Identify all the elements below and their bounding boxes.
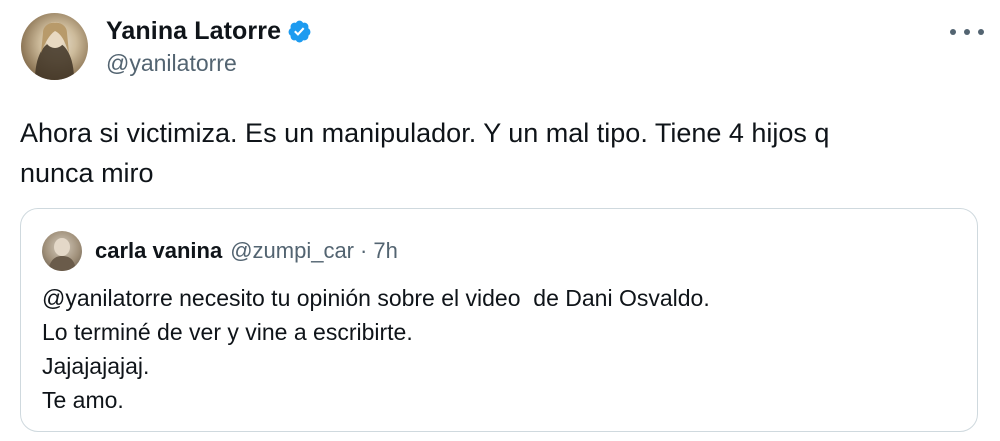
dot-separator: · <box>360 238 368 263</box>
quoted-author-handle[interactable]: @zumpi_car <box>230 238 354 264</box>
quoted-author-avatar[interactable] <box>42 231 82 271</box>
quoted-tweet[interactable]: carla vanina @zumpi_car · 7h @yanilatorr… <box>20 208 978 432</box>
verified-badge-icon <box>287 19 312 44</box>
tweet-text: Ahora si victimiza. Es un manipulador. Y… <box>20 113 940 193</box>
quoted-text-line: Lo terminé de ver y vine a escribirte. <box>42 319 413 345</box>
quoted-text-line: Jajajajajaj. <box>42 353 150 379</box>
more-horizontal-icon <box>950 29 956 35</box>
author-avatar[interactable] <box>21 13 88 80</box>
author-handle[interactable]: @yanilatorre <box>106 50 312 77</box>
tweet-card[interactable]: Yanina Latorre @yanilatorre Ahora si vic… <box>0 0 1000 441</box>
quoted-tweet-text: @yanilatorre necesito tu opinión sobre e… <box>42 281 942 417</box>
quoted-text-line: Te amo. <box>42 387 124 413</box>
author-display-name[interactable]: Yanina Latorre <box>106 17 281 46</box>
quoted-timestamp[interactable]: 7h <box>373 238 397 264</box>
tweet-text-line: Ahora si victimiza. Es un manipulador. Y… <box>20 118 830 148</box>
tweet-text-line: nunca miro <box>20 158 154 188</box>
quoted-text-line: @yanilatorre necesito tu opinión sobre e… <box>42 285 710 311</box>
more-options-button[interactable] <box>950 20 984 44</box>
quoted-author-name[interactable]: carla vanina <box>95 238 222 264</box>
